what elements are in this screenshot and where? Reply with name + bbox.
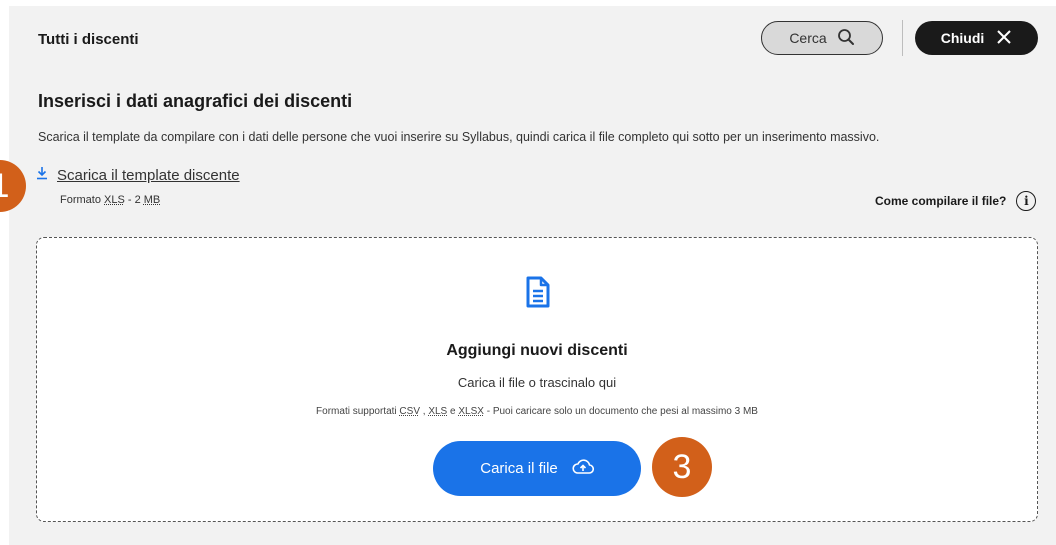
search-button[interactable]: Cerca <box>761 21 883 55</box>
format-xls: XLS <box>104 194 125 206</box>
help-link[interactable]: Come compilare il file? i <box>875 191 1037 211</box>
formats-suffix: - Puoi caricare solo un documento che pe… <box>483 406 758 417</box>
dropzone-subtitle: Carica il file o trascinalo qui <box>457 375 617 390</box>
download-label: Scarica il template discente <box>57 166 240 184</box>
info-icon[interactable]: i <box>1016 191 1037 211</box>
dropzone-title: Aggiungi nuovi discenti <box>446 342 628 359</box>
section-description: Scarica il template da compilare con i d… <box>38 130 880 144</box>
close-button[interactable]: Chiudi <box>915 21 1038 55</box>
search-icon <box>837 28 855 49</box>
close-label: Chiudi <box>940 30 985 46</box>
format-size-unit: MB <box>143 194 161 206</box>
download-template-link[interactable]: Scarica il template discente <box>35 166 240 184</box>
file-dropzone[interactable]: Aggiungi nuovi discenti Carica il file o… <box>36 237 1038 522</box>
upload-panel: Tutti i discenti Cerca Chiudi Inserisci … <box>9 6 1056 545</box>
formats-xlsx: XLSX <box>458 406 484 417</box>
close-icon <box>996 29 1012 48</box>
formats-csv: CSV <box>399 406 420 417</box>
document-icon <box>525 276 551 313</box>
formats-sep2: e <box>447 406 459 417</box>
format-prefix: Formato <box>60 194 105 206</box>
header-divider <box>902 20 903 56</box>
format-sep: - 2 <box>124 194 144 206</box>
download-icon <box>35 166 49 184</box>
formats-xls: XLS <box>428 406 448 417</box>
upload-label: Carica il file <box>480 460 558 477</box>
dropzone-formats: Formati supportati CSV , XLS e XLSX - Pu… <box>37 406 1037 417</box>
formats-prefix: Formati supportati <box>316 406 400 417</box>
page-title: Tutti i discenti <box>38 31 139 48</box>
download-format-note: Formato XLS - 2 MB <box>60 194 160 206</box>
section-heading: Inserisci i dati anagrafici dei discenti <box>38 91 353 111</box>
cloud-upload-icon <box>572 458 594 479</box>
help-label: Come compilare il file? <box>875 194 1007 208</box>
search-label: Cerca <box>789 30 827 46</box>
upload-file-button[interactable]: Carica il file <box>433 441 641 496</box>
step-badge-3: 3 <box>652 437 712 497</box>
